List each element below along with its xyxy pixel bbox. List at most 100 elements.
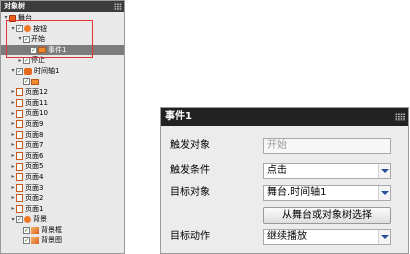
visibility-checkbox[interactable]: ✓ xyxy=(16,25,23,33)
panel-grip-icon[interactable] xyxy=(114,3,122,10)
trigger-object-row: 触发对象 开始 xyxy=(161,137,408,155)
trigger-condition-select[interactable]: 点击 xyxy=(263,163,391,179)
tree-item[interactable]: ▸ ✓ 停止 xyxy=(1,55,124,66)
page-icon xyxy=(16,99,23,108)
page-icon xyxy=(16,152,23,161)
image-icon xyxy=(31,237,39,245)
visibility-checkbox[interactable]: ✓ xyxy=(23,226,30,234)
page-icon xyxy=(16,109,23,118)
tree-item-label: 页面4 xyxy=(25,172,44,181)
page-icon xyxy=(16,183,23,192)
event-panel-header: 事件1 xyxy=(161,108,408,126)
tree-item-label: 页面6 xyxy=(25,151,44,160)
trigger-condition-row: 触发条件 点击 xyxy=(161,162,408,180)
object-tree-title: 对象树 xyxy=(4,2,25,10)
tree-item-label: 页面12 xyxy=(25,88,48,97)
panel-grip-icon[interactable] xyxy=(395,113,405,121)
tree-item[interactable]: ▸ 页面2 xyxy=(1,193,124,204)
visibility-checkbox[interactable]: ✓ xyxy=(23,237,30,245)
page-icon xyxy=(16,204,23,213)
object-tree-header: 对象树 xyxy=(1,1,124,12)
target-action-select[interactable]: 继续播放 xyxy=(263,229,391,245)
visibility-checkbox[interactable]: ✓ xyxy=(23,78,30,86)
layer-icon xyxy=(24,25,31,33)
tree-item-label: 页面8 xyxy=(25,130,44,139)
tree-item[interactable]: ▸ 页面3 xyxy=(1,183,124,194)
tree-item[interactable]: ▸ 页面4 xyxy=(1,172,124,183)
chevron-down-icon[interactable] xyxy=(378,230,390,244)
tree-item[interactable]: ▸ 页面12 xyxy=(1,87,124,98)
tree-item-label: 页面11 xyxy=(25,98,48,107)
tree-item[interactable]: ▾ ✓ 开始 xyxy=(1,34,124,45)
target-action-label: 目标动作 xyxy=(170,231,210,242)
tree-item[interactable]: ▸ 页面7 xyxy=(1,140,124,151)
tree-item-label: 背景 xyxy=(33,215,47,224)
page-icon xyxy=(16,141,23,150)
tree-item-label: 背景图 xyxy=(41,236,62,245)
page-icon xyxy=(16,173,23,182)
trigger-object-label: 触发对象 xyxy=(170,140,210,151)
tree-item-label: 事件1 xyxy=(48,45,67,54)
tree-item-label: 页面3 xyxy=(25,183,44,192)
tree-item-label: 页面9 xyxy=(25,119,44,128)
page-icon xyxy=(16,162,23,171)
tree-item[interactable]: ▸ 页面9 xyxy=(1,119,124,130)
event-icon xyxy=(31,78,39,85)
target-object-label: 目标对象 xyxy=(170,187,210,198)
tree-item-label: 页面5 xyxy=(25,162,44,171)
select-from-stage-button[interactable]: 从舞台或对象树选择 xyxy=(263,207,391,224)
tree-item[interactable]: ▸ 页面5 xyxy=(1,161,124,172)
trigger-condition-value: 点击 xyxy=(267,165,287,176)
tree-item-label: 页面1 xyxy=(25,204,44,213)
tree-item[interactable]: ▸ 页面6 xyxy=(1,151,124,162)
object-tree-panel: 对象树 ▾ 舞台 ▾ ✓ 按钮 ▾ ✓ 开始 ✓ 事件1 ▸ ✓ 停止 ▾ ✓ 时间轴1 ✓ ▸ 页面12 ▸ 页面11… xyxy=(0,0,125,254)
visibility-checkbox[interactable]: ✓ xyxy=(23,57,30,65)
page-icon xyxy=(16,88,23,97)
tree-item[interactable]: ▾ 舞台 xyxy=(1,13,124,24)
tree-item-label: 开始 xyxy=(31,35,45,44)
timeline-icon xyxy=(24,67,32,75)
target-action-row: 目标动作 继续播放 xyxy=(161,228,408,246)
visibility-checkbox[interactable]: ✓ xyxy=(30,46,37,54)
visibility-checkbox[interactable]: ✓ xyxy=(16,216,23,224)
tree-item[interactable]: ▸ 页面1 xyxy=(1,204,124,215)
tree-item-label: 背景框 xyxy=(41,225,62,234)
event-icon xyxy=(38,47,46,54)
image-icon xyxy=(31,226,39,234)
tree-item[interactable]: ▸ 页面10 xyxy=(1,108,124,119)
stage-icon xyxy=(9,14,16,22)
page-icon xyxy=(16,120,23,129)
tree-item-label: 页面7 xyxy=(25,141,44,150)
tree-item-label: 按钮 xyxy=(33,24,47,33)
tree-item[interactable]: ✓ 背景图 xyxy=(1,235,124,246)
trigger-condition-label: 触发条件 xyxy=(170,165,210,176)
tree-item-label: 时间轴1 xyxy=(34,66,60,75)
target-object-value: 舞台.时间轴1 xyxy=(267,187,327,198)
chevron-down-icon[interactable] xyxy=(378,186,390,200)
page-icon xyxy=(16,130,23,139)
tree-item-label: 页面10 xyxy=(25,109,48,118)
tree-item[interactable]: ✓ 事件1 xyxy=(1,44,124,56)
event-panel-title: 事件1 xyxy=(165,111,192,122)
tree-item-label: 舞台 xyxy=(18,14,32,22)
layer-icon xyxy=(24,216,31,224)
tree-item[interactable]: ✓ xyxy=(1,77,124,88)
tree-item-label: 页面2 xyxy=(25,194,44,203)
page-icon xyxy=(16,194,23,203)
tree-item[interactable]: ▸ 页面8 xyxy=(1,130,124,141)
tree-item[interactable]: ▾ ✓ 按钮 xyxy=(1,24,124,35)
target-object-select[interactable]: 舞台.时间轴1 xyxy=(263,185,391,201)
tree-item[interactable]: ▾ ✓ 时间轴1 xyxy=(1,66,124,77)
chevron-down-icon[interactable] xyxy=(378,164,390,178)
tree-item[interactable]: ✓ 背景框 xyxy=(1,225,124,236)
event-properties-panel: 事件1 触发对象 开始 触发条件 点击 目标对象 舞台.时间轴1 从舞台或对象树… xyxy=(160,107,409,254)
tree-item[interactable]: ▸ 页面11 xyxy=(1,98,124,109)
trigger-object-field: 开始 xyxy=(263,138,391,154)
target-object-row: 目标对象 舞台.时间轴1 xyxy=(161,184,408,202)
trigger-object-value: 开始 xyxy=(267,140,287,151)
visibility-checkbox[interactable]: ✓ xyxy=(23,35,30,43)
visibility-checkbox[interactable]: ✓ xyxy=(16,67,23,75)
tree-item-label: 停止 xyxy=(31,56,45,65)
tree-item[interactable]: ▾ ✓ 背景 xyxy=(1,214,124,225)
target-action-value: 继续播放 xyxy=(267,231,307,242)
